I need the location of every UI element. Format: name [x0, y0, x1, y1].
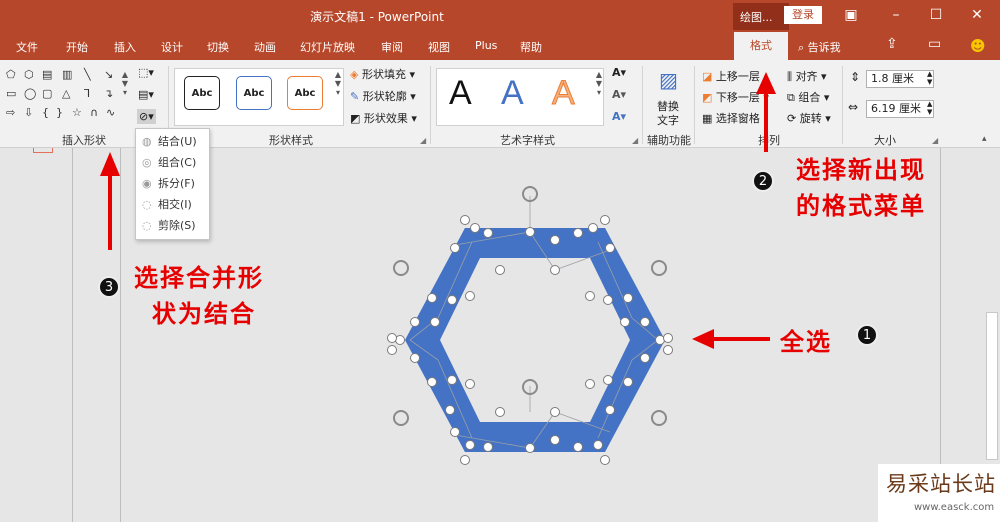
annotation-step3-line1: 选择合并形	[134, 263, 264, 292]
merge-fragment-item[interactable]: ◉ 拆分(F)	[142, 174, 206, 194]
merge-subtract-item[interactable]: ◌ 剪除(S)	[142, 216, 206, 236]
merge-union-item[interactable]: ◍ 结合(U)	[142, 132, 206, 152]
intersect-icon: ◌	[142, 198, 152, 211]
merge-combine-item[interactable]: ◎ 组合(C)	[142, 153, 206, 173]
combine-icon: ◎	[142, 156, 152, 169]
merge-intersect-item[interactable]: ◌ 相交(I)	[142, 195, 206, 215]
rotate-handle-left-bottom	[393, 410, 409, 426]
annotation-step2-line2: 的格式菜单	[796, 191, 926, 220]
union-icon: ◍	[142, 135, 152, 148]
annotation-step3-line2: 状为结合	[152, 299, 256, 328]
rotate-handle-right-bottom	[651, 410, 667, 426]
watermark-text: 易采站长站	[886, 472, 996, 496]
merge-shapes-menu: ◍ 结合(U) ◎ 组合(C) ◉ 拆分(F) ◌ 相交(I) ◌ 剪除(S)	[135, 128, 210, 240]
watermark: 易采站长站 www.easck.com	[878, 464, 1000, 522]
annotation-step1: 全选	[780, 327, 832, 356]
annotation-step2-line1: 选择新出现	[796, 155, 926, 184]
rotate-handle-left-top	[393, 260, 409, 276]
rotate-handle-right-top	[651, 260, 667, 276]
step-badge-2: 2	[752, 170, 774, 192]
fragment-icon: ◉	[142, 177, 152, 190]
step-badge-3: 3	[98, 276, 120, 298]
subtract-icon: ◌	[142, 219, 152, 232]
step-badge-1: 1	[856, 324, 878, 346]
watermark-url: www.easck.com	[914, 502, 995, 513]
